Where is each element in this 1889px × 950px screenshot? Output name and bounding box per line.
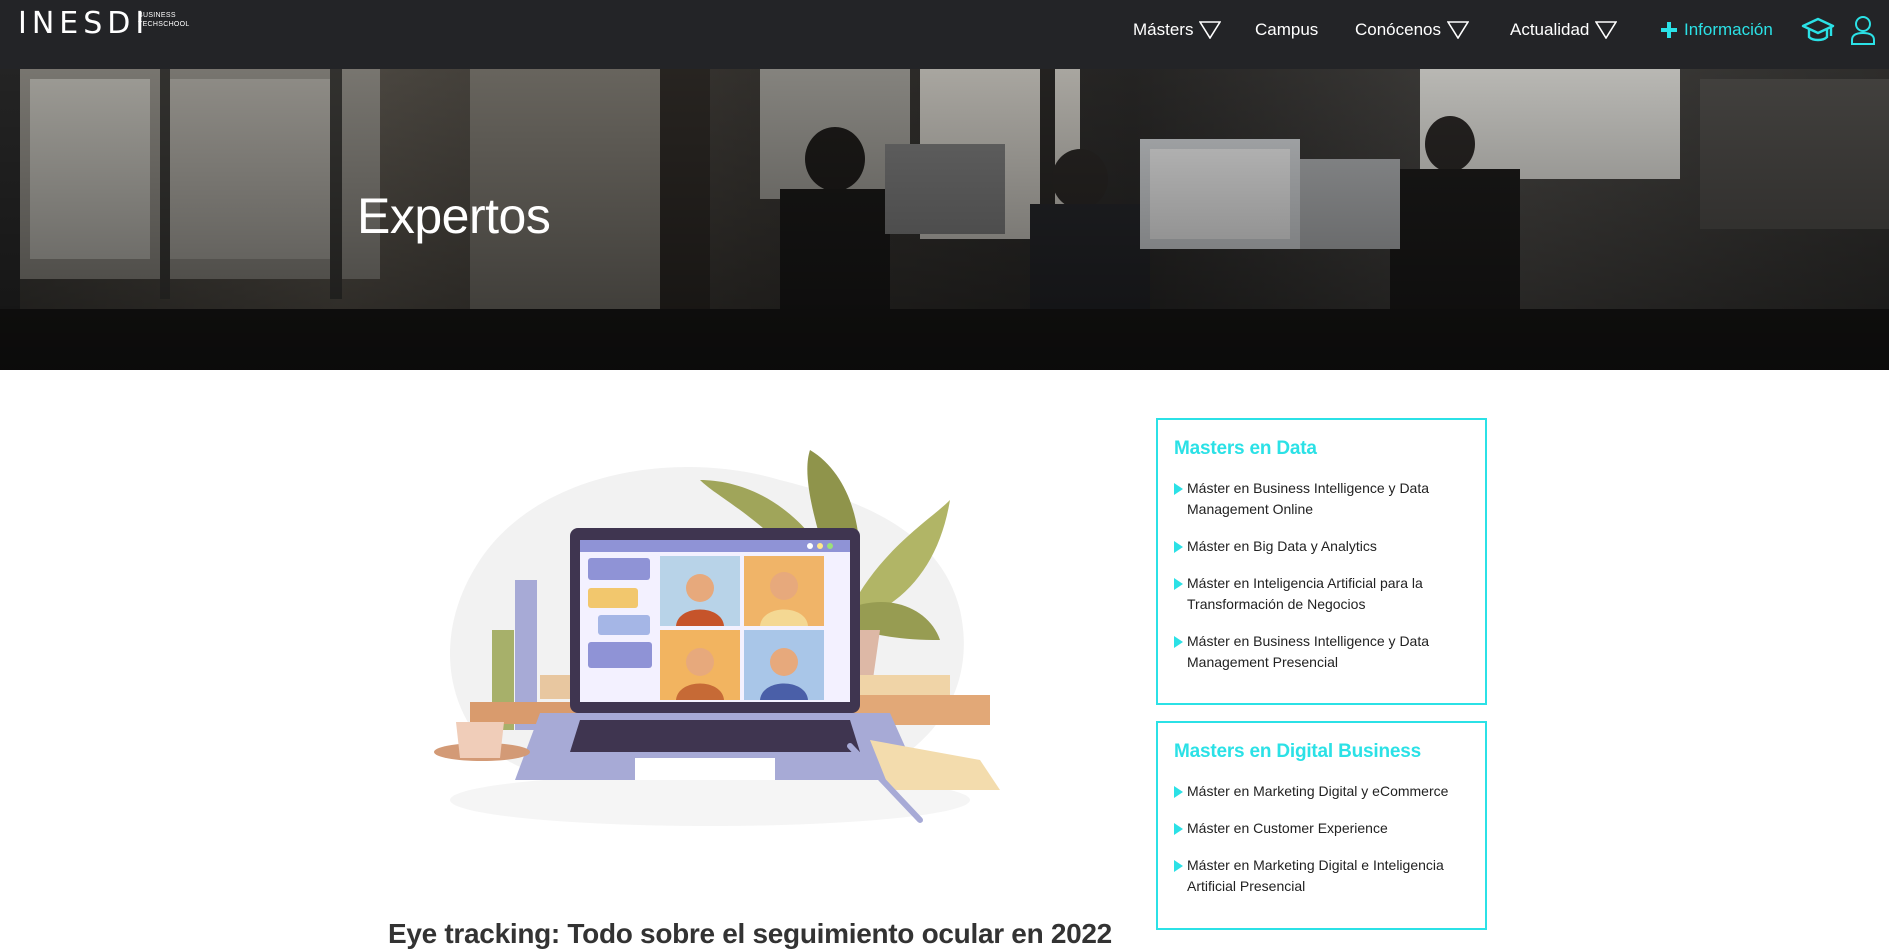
nav-informacion-label: Información bbox=[1684, 20, 1773, 39]
top-navbar: INESDI BUSINESS TECHSCHOOL Másters Campu… bbox=[0, 0, 1889, 69]
sidebar-data-list: Máster en Business Intelligence y Data M… bbox=[1174, 478, 1470, 689]
hero-banner: Expertos bbox=[0, 69, 1889, 370]
play-arrow-icon bbox=[1174, 541, 1183, 553]
nav-informacion-button[interactable]: Información bbox=[1660, 20, 1773, 40]
play-arrow-icon bbox=[1174, 786, 1183, 798]
list-item-label: Máster en Big Data y Analytics bbox=[1187, 538, 1377, 554]
list-item-label: Máster en Business Intelligence y Data M… bbox=[1187, 480, 1430, 517]
article-title[interactable]: Eye tracking: Todo sobre el seguimiento … bbox=[388, 918, 1112, 950]
nav-conocenos-label: Conócenos bbox=[1355, 20, 1442, 39]
sidebar-digital-title: Masters en Digital Business bbox=[1174, 741, 1421, 762]
nav-actualidad-label: Actualidad bbox=[1510, 20, 1590, 39]
list-item[interactable]: Máster en Business Intelligence y Data M… bbox=[1174, 478, 1470, 520]
list-item[interactable]: Máster en Marketing Digital y eCommerce bbox=[1174, 781, 1470, 802]
chevron-down-icon bbox=[1447, 21, 1470, 39]
nav-conocenos[interactable]: Conócenos bbox=[1355, 20, 1470, 40]
logo-tagline: BUSINESS TECHSCHOOL bbox=[138, 12, 190, 28]
nav-masters-label: Másters bbox=[1133, 20, 1194, 39]
nav-campus[interactable]: Campus bbox=[1255, 20, 1318, 40]
graduation-cap-icon[interactable] bbox=[1801, 16, 1835, 44]
list-item[interactable]: Máster en Business Intelligence y Data M… bbox=[1174, 631, 1470, 673]
featured-article-image[interactable] bbox=[420, 440, 1020, 840]
sidebar-data-title: Masters en Data bbox=[1174, 438, 1317, 459]
nav-campus-label: Campus bbox=[1255, 20, 1319, 39]
list-item-label: Máster en Business Intelligence y Data M… bbox=[1187, 633, 1430, 670]
chevron-down-icon bbox=[1595, 21, 1618, 39]
nav-actualidad[interactable]: Actualidad bbox=[1510, 20, 1618, 40]
logo-wordmark: INESDI bbox=[18, 6, 150, 41]
nav-masters[interactable]: Másters bbox=[1133, 20, 1222, 40]
plus-icon bbox=[1661, 22, 1677, 38]
play-arrow-icon bbox=[1174, 860, 1183, 872]
list-item[interactable]: Máster en Inteligencia Artificial para l… bbox=[1174, 573, 1470, 615]
list-item-label: Máster en Marketing Digital y eCommerce bbox=[1187, 783, 1449, 799]
inesdi-logo[interactable]: INESDI BUSINESS TECHSCHOOL bbox=[18, 6, 189, 41]
user-icon[interactable] bbox=[1850, 15, 1876, 45]
list-item-label: Máster en Marketing Digital e Inteligenc… bbox=[1187, 857, 1444, 894]
play-arrow-icon bbox=[1174, 823, 1183, 835]
play-arrow-icon bbox=[1174, 483, 1183, 495]
list-item-label: Máster en Inteligencia Artificial para l… bbox=[1187, 575, 1423, 612]
sidebar-digital-list: Máster en Marketing Digital y eCommerce … bbox=[1174, 781, 1470, 913]
play-arrow-icon bbox=[1174, 578, 1183, 590]
sidebar-masters-data: Masters en Data Máster en Business Intel… bbox=[1156, 418, 1487, 705]
chevron-down-icon bbox=[1199, 21, 1222, 39]
play-arrow-icon bbox=[1174, 636, 1183, 648]
list-item[interactable]: Máster en Marketing Digital e Inteligenc… bbox=[1174, 855, 1470, 897]
page-title: Expertos bbox=[357, 187, 551, 244]
list-item[interactable]: Máster en Customer Experience bbox=[1174, 818, 1470, 839]
office-background-image bbox=[0, 69, 1889, 370]
list-item-label: Máster en Customer Experience bbox=[1187, 820, 1388, 836]
sidebar-masters-digital: Masters en Digital Business Máster en Ma… bbox=[1156, 721, 1487, 930]
list-item[interactable]: Máster en Big Data y Analytics bbox=[1174, 536, 1470, 557]
